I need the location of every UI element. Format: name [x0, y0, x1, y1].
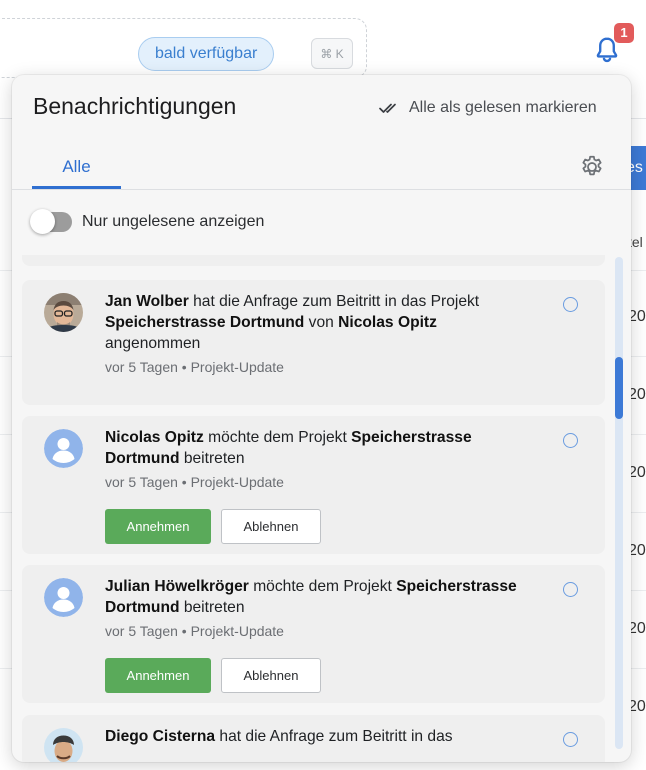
actor-name: Diego Cisterna — [105, 728, 216, 745]
notification-text: Nicolas Opitz möchte dem Projekt Speiche… — [105, 427, 525, 493]
tabs-divider — [12, 189, 631, 190]
settings-button[interactable] — [579, 154, 605, 180]
meta-separator: • — [181, 474, 187, 490]
list-item[interactable]: Nicolas Opitz möchte dem Projekt Speiche… — [22, 416, 605, 554]
unread-indicator[interactable] — [563, 297, 578, 312]
meta-separator: • — [181, 623, 187, 639]
list-item[interactable]: Julian Höwelkröger möchte dem Projekt Sp… — [22, 565, 605, 703]
scrollbar-track[interactable] — [615, 257, 623, 749]
accept-button[interactable]: Annehmen — [105, 658, 211, 693]
notification-text: Diego Cisterna hat die Anfrage zum Beitr… — [105, 726, 525, 747]
unread-indicator[interactable] — [563, 582, 578, 597]
mark-all-read-label: Alle als gelesen markieren — [409, 99, 597, 116]
avatar — [44, 293, 83, 332]
tab-alle[interactable]: Alle — [32, 147, 121, 189]
avatar — [44, 578, 83, 617]
user-icon — [44, 578, 83, 617]
timestamp: vor 5 Tagen — [105, 474, 178, 490]
notification-list[interactable]: Jan Wolber hat die Anfrage zum Beitritt … — [12, 255, 631, 762]
notification-message: von — [304, 314, 339, 331]
category-label: Projekt-Update — [190, 623, 284, 639]
meta-separator: • — [181, 359, 187, 375]
notification-meta: vor 5 Tagen • Projekt-Update — [105, 472, 525, 493]
unread-only-label: Nur ungelesene anzeigen — [82, 213, 265, 230]
avatar — [44, 728, 83, 762]
double-check-icon — [379, 103, 396, 113]
notification-message: möchte dem Projekt — [203, 429, 352, 446]
timestamp: vor 5 Tagen — [105, 623, 178, 639]
actor-name: Nicolas Opitz — [105, 429, 204, 446]
notification-text: Julian Höwelkröger möchte dem Projekt Sp… — [105, 576, 525, 642]
notification-meta: vor 5 Tagen • Projekt-Update — [105, 357, 525, 378]
actor-name: Jan Wolber — [105, 293, 189, 310]
search-shortcut-hint: ⌘ K — [311, 38, 353, 69]
notification-meta: vor 5 Tagen • Projekt-Update — [105, 621, 525, 642]
notification-message: angenommen — [105, 335, 201, 352]
notification-message: beitreten — [179, 450, 245, 467]
unread-indicator[interactable] — [563, 433, 578, 448]
notifications-panel: Benachrichtigungen Alle als gelesen mark… — [12, 75, 631, 762]
category-label: Projekt-Update — [190, 359, 284, 375]
notification-count-badge: 1 — [614, 23, 634, 43]
mark-all-read-button[interactable]: Alle als gelesen markieren — [379, 96, 597, 120]
scrollbar-thumb[interactable] — [615, 357, 623, 419]
toggle-knob — [30, 209, 55, 234]
list-item[interactable]: Jan Wolber hat die Anfrage zum Beitritt … — [22, 280, 605, 405]
project-name: Speicherstrasse Dortmund — [105, 314, 305, 331]
unread-indicator[interactable] — [563, 732, 578, 747]
list-item[interactable]: Diego Cisterna hat die Anfrage zum Beitr… — [22, 715, 605, 762]
panel-title: Benachrichtigungen — [33, 93, 237, 119]
user-icon — [44, 429, 83, 468]
decline-button[interactable]: Ablehnen — [221, 658, 321, 693]
unread-filter-row: Nur ungelesene anzeigen — [30, 209, 265, 234]
category-label: Projekt-Update — [190, 474, 284, 490]
notification-text: Jan Wolber hat die Anfrage zum Beitritt … — [105, 291, 525, 378]
actor-name: Julian Höwelkröger — [105, 578, 249, 595]
unread-only-toggle[interactable] — [30, 209, 72, 234]
actor-name: Nicolas Opitz — [338, 314, 437, 331]
avatar — [44, 429, 83, 468]
list-item[interactable] — [22, 255, 605, 266]
notification-message: beitreten — [179, 599, 245, 616]
accept-button[interactable]: Annehmen — [105, 509, 211, 544]
notification-message: hat die Anfrage zum Beitritt in das — [215, 728, 453, 745]
notification-message: hat die Anfrage zum Beitritt in das Proj… — [188, 293, 480, 310]
notifications-bell-button[interactable]: 1 — [588, 23, 634, 70]
decline-button[interactable]: Ablehnen — [221, 509, 321, 544]
timestamp: vor 5 Tagen — [105, 359, 178, 375]
notification-message: möchte dem Projekt — [248, 578, 397, 595]
coming-soon-badge: bald verfügbar — [138, 37, 275, 71]
gear-icon — [582, 155, 602, 176]
